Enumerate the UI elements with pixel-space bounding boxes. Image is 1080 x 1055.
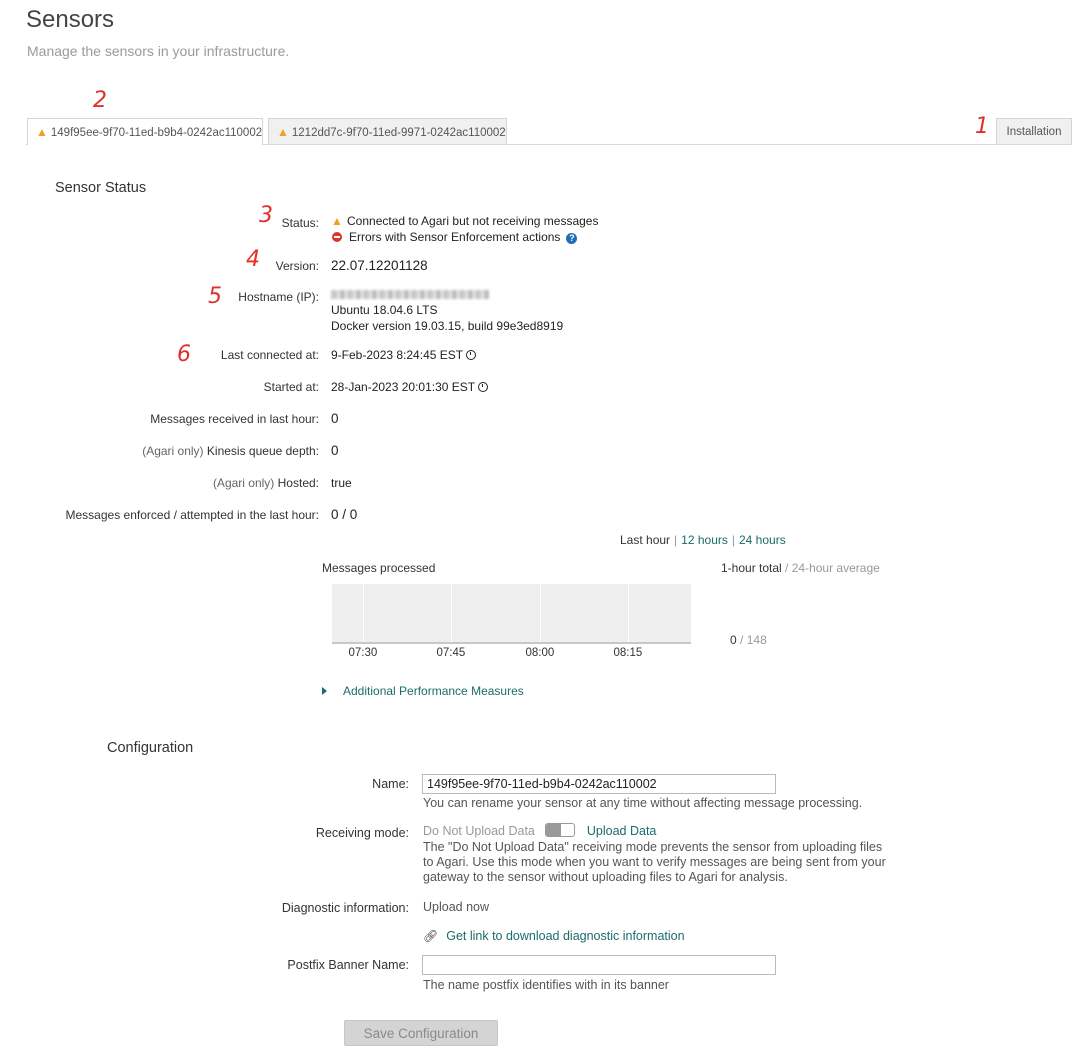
hosted-value: true xyxy=(331,476,352,490)
receiving-mode-label: Receiving mode: xyxy=(315,826,409,840)
totals-values: 0 / 148 xyxy=(730,633,767,647)
status-line-error: Errors with Sensor Enforcement actions? xyxy=(331,230,578,244)
chart-gridline xyxy=(363,584,364,642)
chart-baseline xyxy=(332,642,691,644)
tab-sensor-2[interactable]: ▲ 1212dd7c-9f70-11ed-9971-0242ac110002 xyxy=(268,118,507,144)
range-24-hours[interactable]: 24 hours xyxy=(739,533,786,547)
tab-installation[interactable]: Installation xyxy=(996,118,1072,144)
kinesis-label: (Agari only) Kinesis queue depth: xyxy=(142,444,319,458)
chart-x-tick-label: 08:00 xyxy=(525,647,555,659)
chart-x-tick-label: 07:30 xyxy=(348,647,378,659)
annotation-5: 5 xyxy=(208,284,222,309)
warning-icon: ▲ xyxy=(36,125,48,139)
postfix-label: Postfix Banner Name: xyxy=(287,958,409,972)
clock-icon xyxy=(478,382,489,392)
annotation-3: 3 xyxy=(259,203,273,228)
tab-label: 149f95ee-9f70-11ed-b9b4-0242ac110002 xyxy=(50,127,263,139)
annotation-4: 4 xyxy=(246,247,260,272)
docker-version: Docker version 19.03.15, build 99e3ed891… xyxy=(331,319,564,333)
error-icon xyxy=(332,232,342,242)
chart-plot-area xyxy=(332,584,691,643)
totals-header: 1-hour total / 24-hour average xyxy=(721,561,880,575)
messages-received-value: 0 xyxy=(331,411,339,426)
version-label: Version: xyxy=(275,259,319,273)
annotation-1: 1 xyxy=(975,114,989,139)
download-diagnostic-link[interactable]: 🔗︎ Get link to download diagnostic inform… xyxy=(423,929,685,944)
last-connected-value: 9-Feb-2023 8:24:45 EST xyxy=(331,348,477,362)
chart-title: Messages processed xyxy=(322,561,436,575)
sensor-status-heading: Sensor Status xyxy=(55,180,147,196)
range-12-hours[interactable]: 12 hours xyxy=(681,533,728,547)
hostname-redacted xyxy=(331,286,489,304)
status-label: Status: xyxy=(281,216,319,230)
started-value: 28-Jan-2023 20:01:30 EST xyxy=(331,380,489,394)
version-value: 22.07.12201128 xyxy=(331,258,428,273)
enforced-value: 0 / 0 xyxy=(331,507,358,522)
started-label: Started at: xyxy=(263,380,319,394)
tab-label: 1212dd7c-9f70-11ed-9971-0242ac110002 xyxy=(291,127,506,139)
status-line-warning: ▲ Connected to Agari but not receiving me… xyxy=(331,214,599,228)
postfix-help: The name postfix identifies with in its … xyxy=(423,978,669,992)
upload-now-link[interactable]: Upload now xyxy=(423,900,489,915)
chart-gridline xyxy=(451,584,452,642)
chart-gridline xyxy=(628,584,629,642)
name-label: Name: xyxy=(372,777,409,791)
mode-off-label: Do Not Upload Data xyxy=(423,824,535,838)
messages-received-label: Messages received in last hour: xyxy=(150,412,319,426)
hostname-label: Hostname (IP): xyxy=(238,290,319,304)
receiving-mode-help: The "Do Not Upload Data" receiving mode … xyxy=(423,840,886,884)
warning-icon: ▲ xyxy=(331,214,343,228)
postfix-input[interactable] xyxy=(422,955,776,975)
link-icon: 🔗︎ xyxy=(423,929,439,943)
mode-on-label: Upload Data xyxy=(586,824,657,838)
clock-icon xyxy=(466,350,477,360)
caret-right-icon xyxy=(322,687,327,695)
last-connected-label: Last connected at: xyxy=(220,348,319,362)
save-configuration-button[interactable]: Save Configuration xyxy=(344,1020,498,1046)
help-icon[interactable]: ? xyxy=(566,233,578,244)
receiving-mode-control: Do Not Upload Data Upload Data xyxy=(423,823,656,839)
receiving-mode-toggle[interactable] xyxy=(544,823,575,837)
page-title: Sensors xyxy=(26,6,115,33)
additional-measures-toggle[interactable]: Additional Performance Measures xyxy=(322,684,524,698)
hosted-label: (Agari only) Hosted: xyxy=(212,476,319,490)
chart-x-tick-label: 07:45 xyxy=(436,647,466,659)
diagnostic-label: Diagnostic information: xyxy=(281,901,409,915)
chart-gridline xyxy=(540,584,541,642)
chart-x-tick-label: 08:15 xyxy=(613,647,643,659)
annotation-6: 6 xyxy=(177,342,191,367)
enforced-label: Messages enforced / attempted in the las… xyxy=(65,508,319,522)
tab-sensor-1[interactable]: ▲ 149f95ee-9f70-11ed-b9b4-0242ac110002 xyxy=(27,118,263,145)
os-version: Ubuntu 18.04.6 LTS xyxy=(331,303,438,317)
range-selector: Last hour | 12 hours | 24 hours xyxy=(620,533,786,547)
name-input[interactable] xyxy=(422,774,776,794)
page-subtitle: Manage the sensors in your infrastructur… xyxy=(27,43,290,59)
warning-icon: ▲ xyxy=(277,125,289,139)
annotation-2: 2 xyxy=(93,88,107,113)
range-last-hour: Last hour xyxy=(620,533,671,547)
kinesis-value: 0 xyxy=(331,443,339,458)
name-help: You can rename your sensor at any time w… xyxy=(423,796,863,810)
configuration-heading: Configuration xyxy=(107,740,194,756)
